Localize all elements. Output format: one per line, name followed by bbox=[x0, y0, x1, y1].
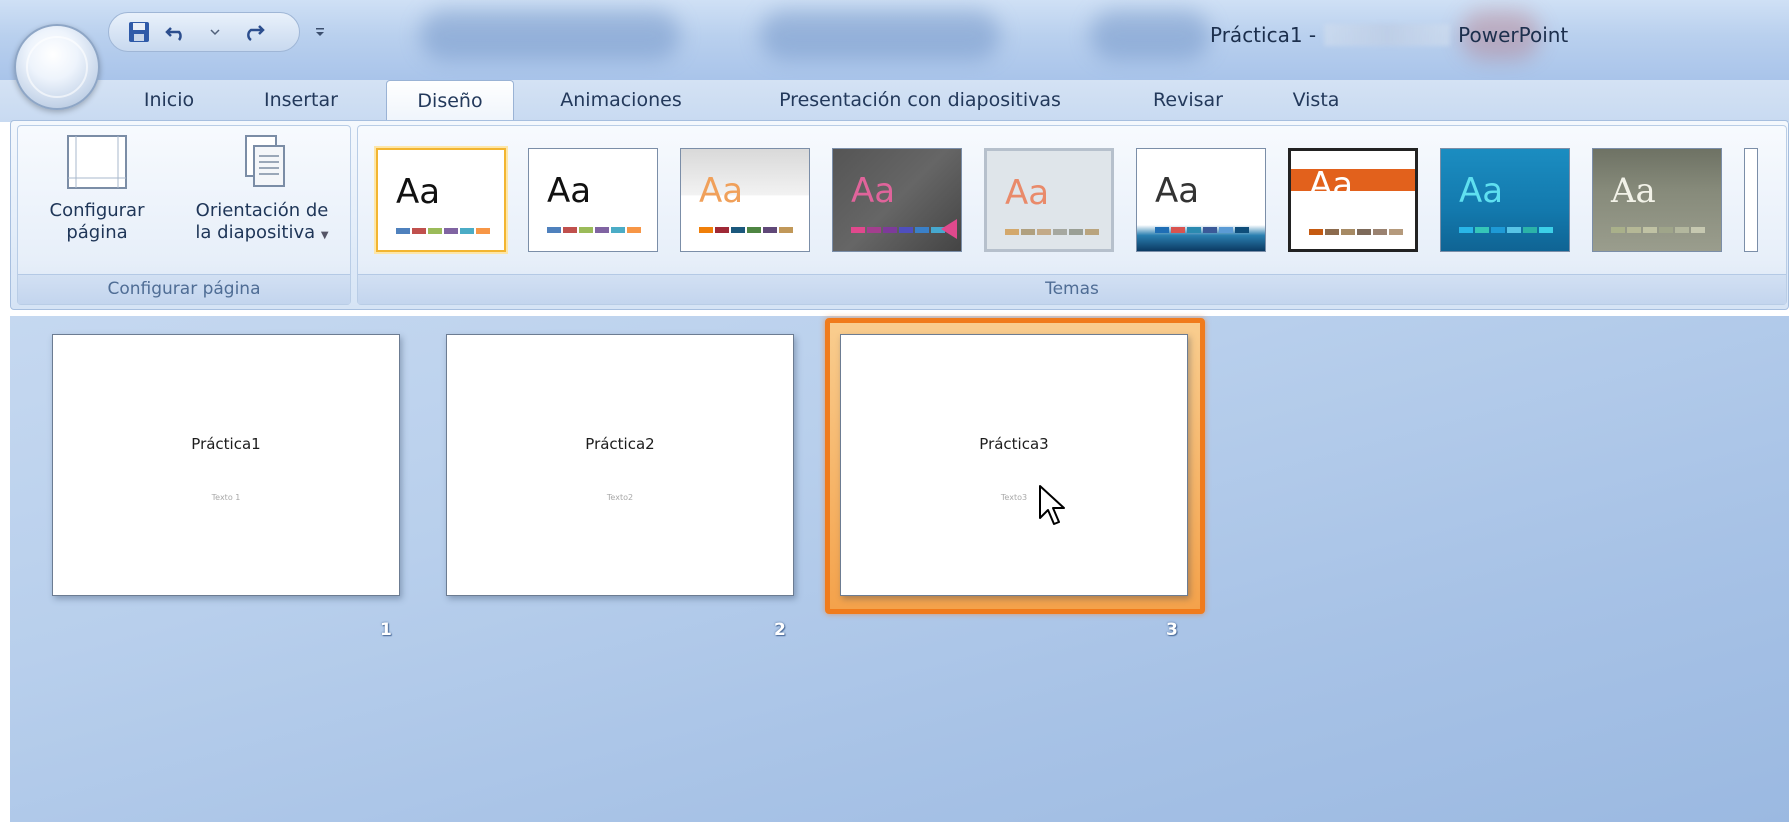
slide-number-2: 2 bbox=[774, 620, 786, 640]
redo-icon bbox=[247, 25, 265, 42]
theme-thumbnail-6[interactable]: Aa bbox=[1136, 148, 1266, 252]
theme-color-swatches bbox=[547, 227, 641, 233]
orientation-label-line1: Orientación de bbox=[195, 200, 329, 221]
customize-dropdown-icon bbox=[316, 28, 324, 36]
themes-group: Aa Aa Aa Aa Aa Aa Aa Aa Aa Temas bbox=[357, 125, 1787, 305]
slide-title: Práctica3 bbox=[979, 435, 1049, 453]
slide-subtitle: Texto3 bbox=[1000, 493, 1028, 502]
slide-subtitle: Texto2 bbox=[606, 493, 634, 502]
title-bar: Práctica1 - PowerPoint bbox=[0, 0, 1789, 80]
theme-color-swatches bbox=[1005, 229, 1099, 235]
slide-thumbnail-2[interactable]: Práctica2 Texto2 bbox=[446, 334, 794, 596]
customize-toolbar-button[interactable] bbox=[310, 22, 330, 42]
tab-presentacion[interactable]: Presentación con diapositivas bbox=[748, 80, 1092, 122]
undo-icon bbox=[165, 27, 182, 41]
theme-color-swatches bbox=[1155, 227, 1249, 233]
slide-orientation-icon bbox=[245, 135, 285, 187]
theme-thumbnail-2[interactable]: Aa bbox=[528, 148, 658, 252]
document-name: Práctica1 - bbox=[1210, 23, 1317, 47]
tab-revisar[interactable]: Revisar bbox=[1140, 80, 1236, 122]
save-button[interactable] bbox=[125, 18, 153, 46]
tab-vista[interactable]: Vista bbox=[1278, 80, 1354, 122]
ribbon-design: Configurar página Orientación de la diap… bbox=[10, 120, 1789, 310]
undo-dropdown[interactable] bbox=[201, 18, 229, 46]
tab-animaciones[interactable]: Animaciones bbox=[544, 80, 698, 122]
redacted-region bbox=[1324, 24, 1451, 46]
chevron-down-icon: ▼ bbox=[320, 230, 329, 241]
page-setup-label-line2: página bbox=[66, 222, 128, 243]
themes-group-label: Temas bbox=[358, 274, 1786, 304]
theme-sample-text: Aa bbox=[1309, 165, 1354, 205]
slide-subtitle: Texto 1 bbox=[211, 493, 241, 502]
theme-thumbnail-7[interactable]: Aa bbox=[1288, 148, 1418, 252]
theme-sample-text: Aa bbox=[547, 171, 592, 211]
quick-access-toolbar bbox=[108, 12, 300, 52]
office-button[interactable] bbox=[14, 24, 100, 110]
theme-sample-text: Aa bbox=[851, 171, 896, 211]
theme-color-swatches bbox=[396, 228, 490, 234]
tab-diseno[interactable]: Diseño bbox=[386, 80, 514, 124]
theme-sample-text: Aa bbox=[1459, 171, 1504, 211]
tab-insertar[interactable]: Insertar bbox=[250, 80, 352, 122]
ribbon-tabs: Inicio Insertar Diseño Animaciones Prese… bbox=[0, 80, 1789, 124]
office-logo-icon bbox=[26, 36, 88, 98]
orientation-label-line2: la diapositiva bbox=[195, 222, 316, 243]
theme-thumbnail-4[interactable]: Aa bbox=[832, 148, 962, 252]
theme-thumbnail-5[interactable]: Aa bbox=[984, 148, 1114, 252]
slide-title: Práctica2 bbox=[585, 435, 655, 453]
tab-inicio[interactable]: Inicio bbox=[124, 80, 214, 122]
theme-thumbnail-8[interactable]: Aa bbox=[1440, 148, 1570, 252]
slide-number-1: 1 bbox=[380, 620, 392, 640]
theme-sample-text: Aa bbox=[396, 172, 441, 212]
page-setup-group-label: Configurar página bbox=[18, 274, 350, 304]
theme-accent-shape bbox=[941, 219, 957, 239]
slide-orientation-button[interactable]: Orientación de la diapositiva ▼ bbox=[174, 132, 350, 247]
page-setup-button[interactable]: Configurar página bbox=[28, 132, 166, 244]
mouse-pointer-icon bbox=[1039, 485, 1065, 525]
theme-sample-text: Aa bbox=[1611, 171, 1656, 211]
slide-title: Práctica1 bbox=[191, 435, 261, 453]
undo-button[interactable] bbox=[163, 18, 191, 46]
page-setup-icon bbox=[67, 135, 127, 189]
theme-sample-text: Aa bbox=[699, 171, 744, 211]
theme-sample-text: Aa bbox=[1005, 173, 1050, 213]
slide-thumbnail-3[interactable]: Práctica3 Texto3 bbox=[840, 334, 1188, 596]
theme-sample-text: Aa bbox=[1155, 171, 1200, 211]
page-setup-group: Configurar página Orientación de la diap… bbox=[17, 125, 351, 305]
theme-thumbnail-9[interactable]: Aa bbox=[1592, 148, 1722, 252]
theme-color-swatches bbox=[1459, 227, 1553, 233]
chevron-down-icon bbox=[210, 29, 220, 36]
slide-number-3: 3 bbox=[1166, 620, 1178, 640]
theme-color-swatches bbox=[1611, 227, 1705, 233]
save-icon bbox=[129, 22, 149, 42]
theme-color-swatches bbox=[1309, 229, 1403, 235]
theme-thumbnail-office[interactable]: Aa bbox=[376, 148, 506, 252]
theme-color-swatches bbox=[699, 227, 793, 233]
theme-thumbnail-partial[interactable] bbox=[1744, 148, 1758, 252]
redo-button[interactable] bbox=[239, 18, 267, 46]
window-title: Práctica1 - PowerPoint bbox=[1210, 20, 1568, 50]
slide-thumbnail-1[interactable]: Práctica1 Texto 1 bbox=[52, 334, 400, 596]
theme-color-swatches bbox=[851, 227, 945, 233]
theme-thumbnail-3[interactable]: Aa bbox=[680, 148, 810, 252]
page-setup-label-line1: Configurar bbox=[49, 200, 145, 221]
app-name: PowerPoint bbox=[1458, 23, 1569, 47]
